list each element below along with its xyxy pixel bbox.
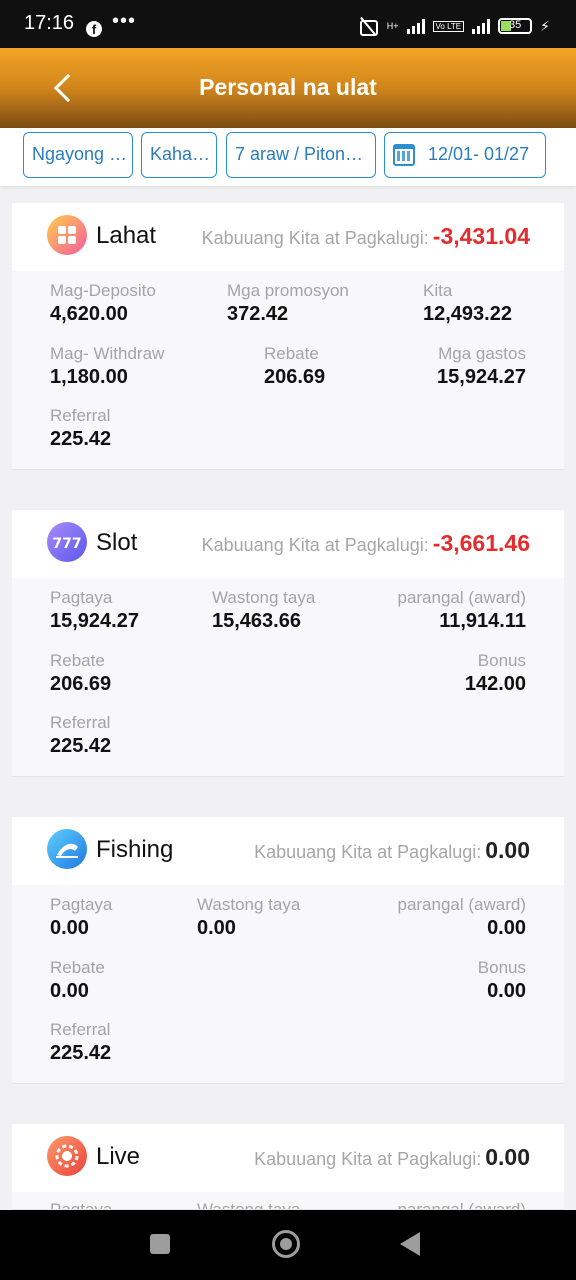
back-icon[interactable] bbox=[400, 1232, 420, 1256]
card-header: Live Kabuuang Kita at Pagkalugi: 0.00 bbox=[12, 1124, 564, 1192]
stat-withdraw: Mag- Withdraw 1,180.00 bbox=[50, 344, 165, 388]
stat-referral: Referral 225.42 bbox=[50, 713, 112, 757]
vibrate-off-icon bbox=[357, 17, 379, 36]
stat-deposit: Mag-Deposito 4,620.00 bbox=[50, 281, 156, 325]
stat-rebate: Rebate 206.69 bbox=[50, 651, 112, 695]
stat-award: parangal (award) 0.00 bbox=[397, 895, 526, 939]
card-header: Fishing Kabuuang Kita at Pagkalugi: 0.00 bbox=[12, 817, 564, 885]
status-icons: H+ Vo LTE 35 ⚡ bbox=[357, 17, 550, 36]
net-profit-loss: Kabuuang Kita at Pagkalugi: 0.00 bbox=[254, 1144, 530, 1170]
system-nav-bar bbox=[0, 1210, 576, 1280]
filter-bar: Ngayong … Kaha… 7 araw / Piton… 12/01- 0… bbox=[0, 128, 576, 186]
stat-rebate: Rebate 0.00 bbox=[50, 958, 105, 1002]
category-name: Fishing bbox=[96, 836, 174, 863]
filter-type-dropdown[interactable]: Kaha… bbox=[141, 132, 217, 178]
stat-bonus: Bonus 0.00 bbox=[477, 958, 526, 1002]
status-time: 17:16 bbox=[24, 12, 75, 34]
summary-card-lahat: Lahat Kabuuang Kita at Pagkalugi: -3,431.… bbox=[12, 203, 564, 470]
status-bar: 17:16 f ••• H+ Vo LTE 35 ⚡ bbox=[0, 0, 576, 48]
fish-icon bbox=[47, 829, 87, 869]
volte-icon: Vo LTE bbox=[432, 20, 465, 32]
stat-award: parangal (award) bbox=[397, 1200, 526, 1210]
slot-777-icon: 777 bbox=[47, 522, 87, 562]
charging-icon: ⚡ bbox=[540, 17, 550, 34]
facebook-icon: f bbox=[86, 21, 102, 37]
battery-level: 35 bbox=[509, 19, 522, 31]
stat-referral: Referral 225.42 bbox=[50, 406, 112, 450]
stat-promotions: Mga promosyon 372.42 bbox=[227, 281, 349, 325]
stat-bonus: Bonus 142.00 bbox=[464, 651, 526, 695]
net-profit-loss: Kabuuang Kita at Pagkalugi: -3,661.46 bbox=[201, 530, 530, 556]
category-name: Lahat bbox=[96, 222, 157, 249]
net-value: -3,661.46 bbox=[432, 530, 530, 556]
summary-card-live: Live Kabuuang Kita at Pagkalugi: 0.00 Pag… bbox=[12, 1124, 564, 1210]
stat-income: Kita 12,493.22 bbox=[423, 281, 512, 325]
card-header: Lahat Kabuuang Kita at Pagkalugi: -3,431.… bbox=[12, 203, 564, 271]
date-range-picker[interactable]: 12/01- 01/27 bbox=[384, 132, 546, 178]
net-value: -3,431.04 bbox=[432, 223, 530, 249]
stat-referral: Referral 225.42 bbox=[50, 1020, 112, 1064]
summary-card-slot: 777 Slot Kabuuang Kita at Pagkalugi: -3,6… bbox=[12, 510, 564, 777]
filter-period-dropdown[interactable]: Ngayong … bbox=[23, 132, 133, 178]
filter-range-dropdown[interactable]: 7 araw / Piton… bbox=[226, 132, 376, 178]
signal-icon bbox=[406, 18, 425, 34]
battery-icon: 35 bbox=[498, 18, 533, 34]
net-profit-loss: Kabuuang Kita at Pagkalugi: -3,431.04 bbox=[201, 223, 530, 249]
date-range-text: 12/01- 01/27 bbox=[428, 144, 530, 164]
signal-icon-2 bbox=[472, 18, 491, 34]
stat-expenses: Mga gastos 15,924.27 bbox=[437, 344, 526, 388]
summary-card-fishing: Fishing Kabuuang Kita at Pagkalugi: 0.00 … bbox=[12, 817, 564, 1084]
recent-apps-icon[interactable] bbox=[150, 1234, 170, 1254]
svg-text:777: 777 bbox=[52, 536, 81, 552]
home-icon[interactable] bbox=[272, 1230, 300, 1258]
category-name: Live bbox=[96, 1143, 141, 1170]
category-name: Slot bbox=[96, 529, 138, 556]
live-chip-icon bbox=[47, 1136, 87, 1176]
network-type: H+ bbox=[386, 20, 399, 31]
net-value: 0.00 bbox=[485, 1144, 530, 1170]
card-header: 777 Slot Kabuuang Kita at Pagkalugi: -3,6… bbox=[12, 510, 564, 578]
stat-award: parangal (award) 11,914.11 bbox=[397, 588, 526, 632]
page-title: Personal na ulat bbox=[199, 74, 377, 100]
stat-bet: Pagtaya 15,924.27 bbox=[50, 588, 139, 632]
app-header: Personal na ulat bbox=[0, 48, 576, 128]
net-value: 0.00 bbox=[485, 837, 530, 863]
all-grid-icon bbox=[47, 215, 87, 255]
net-profit-loss: Kabuuang Kita at Pagkalugi: 0.00 bbox=[254, 837, 530, 863]
more-notifications-icon: ••• bbox=[112, 10, 137, 32]
calendar-icon bbox=[393, 144, 415, 166]
